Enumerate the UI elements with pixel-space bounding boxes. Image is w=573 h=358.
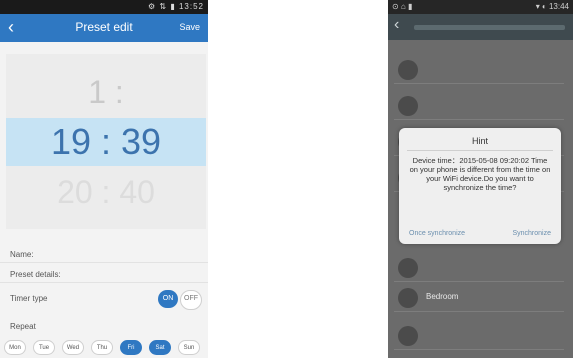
back-arrow-icon[interactable]: ‹ [394,16,399,34]
timer-type-row: Timer type ON OFF [0,290,208,310]
device-icon [398,96,418,116]
timer-type-label: Timer type [10,294,48,303]
row-divider [394,281,564,282]
title-bar: ‹ [388,14,573,40]
name-label: Name: [10,250,34,259]
preset-edit-screen: ⚙ ⇅ ▮ 13:52 ‹ Preset edit Save 1 : 19 : … [0,0,208,358]
timer-off-button[interactable]: OFF [180,290,202,310]
title-bar: ‹ Preset edit Save [0,14,208,42]
device-row[interactable] [394,56,564,84]
save-button[interactable]: Save [179,22,200,32]
day-button-mon[interactable]: Mon [4,340,26,355]
picker-selected-time[interactable]: 19 : 39 [6,118,206,166]
once-synchronize-button[interactable]: Once synchronize [409,230,465,237]
row-divider [394,349,564,350]
day-button-thu[interactable]: Thu [91,340,113,355]
status-bar: ⊙ ⌂ ▮ ▾ ◐ 13:44 [388,0,573,14]
preset-details-label: Preset details: [10,270,61,279]
dialog-message: Device time：2015-05-08 09:20:02 Time on … [409,156,551,192]
page-title: Preset edit [75,20,133,34]
dialog-divider [407,150,553,151]
status-right-icons: ▾ ◐ 13:44 [535,2,569,11]
device-row[interactable] [394,254,564,282]
row-divider [394,119,564,120]
status-left-icons: ⊙ ⌂ ▮ [392,2,413,11]
timer-on-button[interactable]: ON [158,290,178,308]
device-row[interactable] [394,92,564,120]
day-button-sun[interactable]: Sun [178,340,200,355]
day-button-wed[interactable]: Wed [62,340,84,355]
hint-dialog: Hint Device time：2015-05-08 09:20:02 Tim… [399,128,561,244]
device-name: Bedroom [426,292,459,301]
device-row[interactable]: Bedroom [394,284,564,312]
day-button-sat[interactable]: Sat [149,340,171,355]
row-divider [394,83,564,84]
device-icon [398,326,418,346]
device-list-screen: ⊙ ⌂ ▮ ▾ ◐ 13:44 ‹ Bedroom Hint Device ti… [388,0,573,358]
status-bar: ⚙ ⇅ ▮ 13:52 [0,0,208,14]
status-icons: ⚙ ⇅ ▮ 13:52 [148,2,204,11]
device-row[interactable] [394,322,564,350]
synchronize-button[interactable]: Synchronize [512,230,551,237]
picker-next-row[interactable]: 20 : 40 [6,174,206,211]
time-picker[interactable]: 1 : 19 : 39 20 : 40 [6,54,206,229]
name-row[interactable]: Name: [0,246,208,263]
day-button-fri[interactable]: Fri [120,340,142,355]
device-icon [398,288,418,308]
dialog-title: Hint [471,136,488,146]
repeat-label: Repeat [10,322,36,331]
blurred-title [414,25,565,30]
repeat-row: Repeat [0,318,208,334]
picker-prev-row[interactable]: 1 : [6,74,206,111]
repeat-days: Mon Tue Wed Thu Fri Sat Sun [2,340,208,358]
row-divider [394,311,564,312]
device-icon [398,258,418,278]
preset-details-row[interactable]: Preset details: [0,266,208,283]
device-icon [398,60,418,80]
day-button-tue[interactable]: Tue [33,340,55,355]
